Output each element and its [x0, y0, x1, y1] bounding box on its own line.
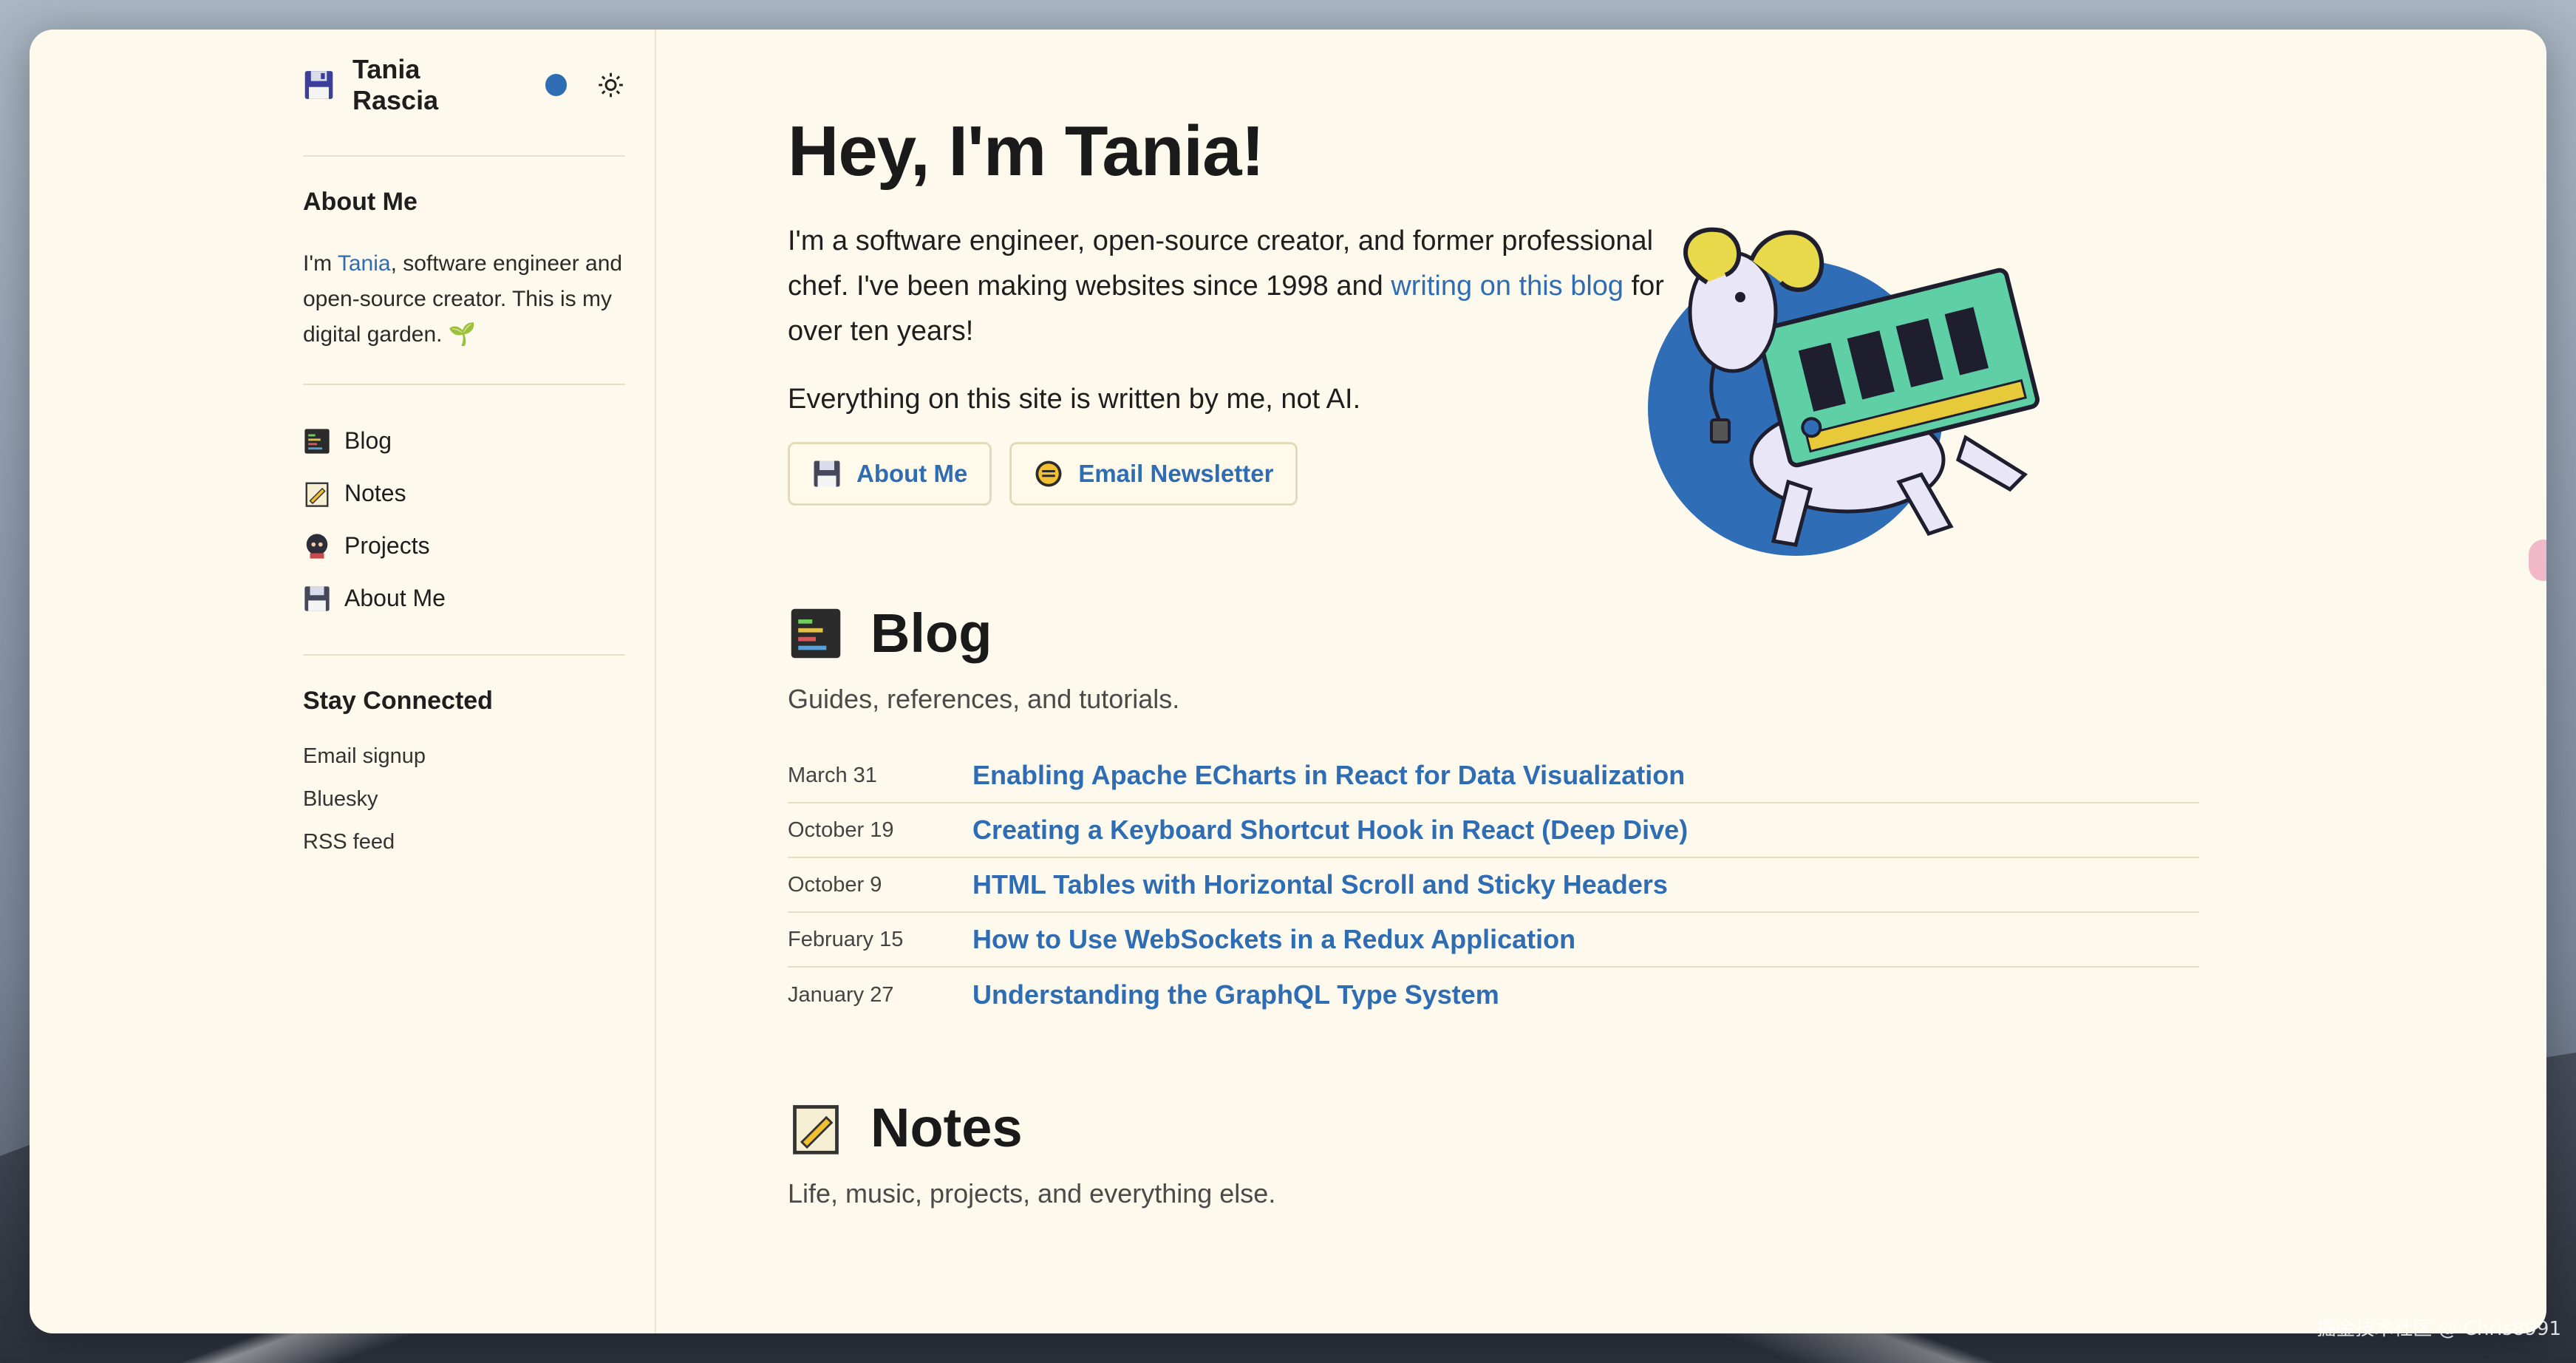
floppy-icon	[814, 460, 840, 487]
sidebar-item-about[interactable]: About Me	[303, 572, 625, 625]
post-date: March 31	[788, 763, 877, 787]
list-item: October 9 HTML Tables with Horizontal Sc…	[788, 858, 2199, 913]
list-item: January 27 Understanding the GraphQL Typ…	[788, 968, 2199, 1022]
sidebar-item-projects[interactable]: Projects	[303, 520, 625, 572]
hero-intro: I'm a software engineer, open-source cre…	[788, 219, 1674, 354]
post-title-link[interactable]: Understanding the GraphQL Type System	[972, 979, 1499, 1010]
post-date: October 19	[788, 818, 894, 842]
about-text: I'm Tania, software engineer and open-so…	[303, 246, 625, 353]
list-item: October 19 Creating a Keyboard Shortcut …	[788, 803, 2199, 858]
list-item: March 31 Enabling Apache ECharts in Reac…	[788, 749, 2199, 803]
about-text-pre: I'm	[303, 251, 338, 276]
scroll-handle[interactable]	[2529, 540, 2546, 581]
sidebar-nav: Blog Notes Projects About Me	[303, 385, 625, 654]
theme-color-dot[interactable]	[545, 74, 567, 96]
notes-subtitle: Life, music, projects, and everything el…	[788, 1178, 1276, 1209]
post-title-link[interactable]: Enabling Apache ECharts in React for Dat…	[972, 760, 1685, 791]
about-section: About Me I'm Tania, software engineer an…	[303, 157, 625, 384]
notes-title: Notes	[870, 1097, 1023, 1158]
post-date: February 15	[788, 927, 904, 951]
list-item: February 15 How to Use WebSockets in a R…	[788, 913, 2199, 968]
blog-section-heading: Blog	[788, 602, 2546, 664]
floppy-icon	[304, 585, 330, 611]
sidebar-item-label: Projects	[344, 532, 430, 559]
about-me-button-label: About Me	[856, 460, 968, 487]
hero-title: Hey, I'm Tania!	[788, 112, 1264, 191]
terminal-icon	[304, 428, 330, 454]
newsletter-icon	[1035, 460, 1062, 487]
post-date: January 27	[788, 982, 894, 1007]
post-title-link[interactable]: HTML Tables with Horizontal Scroll and S…	[972, 869, 1668, 900]
email-newsletter-button[interactable]: Email Newsletter	[1009, 442, 1298, 506]
sidebar-item-label: About Me	[344, 585, 446, 611]
brand-row: Tania Rascia	[303, 54, 625, 115]
main-content: Hey, I'm Tania! I'm a software engineer,…	[656, 30, 2546, 1333]
sidebar-item-label: Blog	[344, 427, 392, 454]
blog-subtitle: Guides, references, and tutorials.	[788, 684, 1180, 714]
notepad-icon	[793, 1104, 839, 1155]
stay-connected-section: Stay Connected Email signup Bluesky RSS …	[303, 656, 625, 894]
rss-feed-link[interactable]: RSS feed	[303, 820, 625, 863]
browser-window: Tania Rascia About Me I'm Tania, softwar…	[30, 30, 2546, 1333]
email-newsletter-button-label: Email Newsletter	[1078, 460, 1274, 487]
blog-post-list: March 31 Enabling Apache ECharts in Reac…	[788, 749, 2199, 1022]
floppy-icon	[304, 71, 333, 99]
ram-mascot-illustration	[1648, 227, 2040, 556]
stay-connected-heading: Stay Connected	[303, 687, 493, 715]
watermark-text: 掘金技术社区 @ Chris8991	[2317, 1318, 2561, 1340]
about-me-button[interactable]: About Me	[788, 442, 992, 506]
post-date: October 9	[788, 872, 882, 897]
terminal-icon	[791, 608, 841, 658]
sidebar-item-notes[interactable]: Notes	[303, 467, 625, 520]
notes-section-heading: Notes	[788, 1096, 2546, 1159]
post-title-link[interactable]: How to Use WebSockets in a Redux Applica…	[972, 924, 1575, 955]
post-title-link[interactable]: Creating a Keyboard Shortcut Hook in Rea…	[972, 815, 1688, 846]
sun-icon[interactable]	[596, 70, 625, 100]
site-name-link[interactable]: Tania Rascia	[352, 54, 510, 116]
blog-link[interactable]: writing on this blog	[1391, 271, 1623, 302]
email-signup-link[interactable]: Email signup	[303, 735, 625, 778]
sidebar-item-blog[interactable]: Blog	[303, 415, 625, 467]
tania-link[interactable]: Tania	[338, 251, 391, 276]
notepad-icon	[305, 482, 329, 507]
octocat-icon	[306, 533, 328, 559]
bluesky-link[interactable]: Bluesky	[303, 778, 625, 820]
sidebar-item-label: Notes	[344, 480, 406, 506]
about-heading: About Me	[303, 188, 418, 216]
blog-title: Blog	[870, 602, 992, 664]
sidebar: Tania Rascia About Me I'm Tania, softwar…	[30, 30, 656, 1333]
